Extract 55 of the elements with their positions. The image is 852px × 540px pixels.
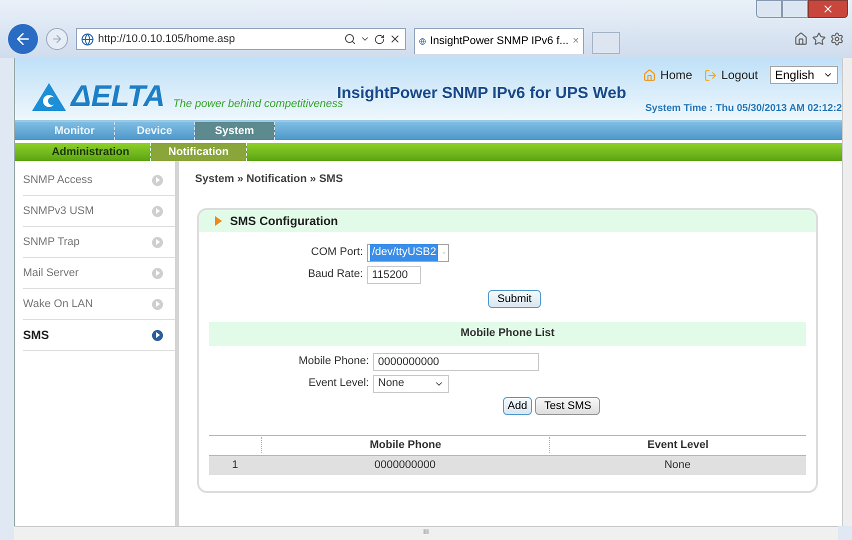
table-cell-text: 0000000000 xyxy=(373,458,437,473)
browser-tab[interactable]: InsightPower SNMP IPv6 f... × xyxy=(414,28,584,54)
sidebar-item[interactable]: SMS xyxy=(23,320,175,351)
sidebar-item[interactable]: Wake On LAN xyxy=(23,289,175,320)
sidebar-item[interactable]: SNMP Access xyxy=(23,165,175,196)
submit-button[interactable]: Submit xyxy=(488,290,541,308)
tab-close[interactable]: × xyxy=(572,33,579,50)
list-header: Mobile Phone List xyxy=(209,322,806,346)
nav-tab[interactable]: System xyxy=(195,122,275,140)
table-cell-text: 1 xyxy=(230,458,240,473)
vertical-scrollbar[interactable] xyxy=(842,58,852,526)
address-text: http://10.0.10.105/home.asp xyxy=(98,32,236,47)
event-level-label: Event Level: xyxy=(307,376,370,392)
window-controls[interactable] xyxy=(756,0,848,18)
sidebar-item[interactable]: Mail Server xyxy=(23,258,175,289)
refresh-icon[interactable] xyxy=(374,34,385,44)
house-icon xyxy=(643,68,656,82)
forward-arrow-icon xyxy=(51,33,63,45)
sidebar-item[interactable]: SNMPv3 USM xyxy=(23,196,175,227)
star-icon[interactable] xyxy=(812,32,826,46)
logout-link[interactable]: Logout xyxy=(704,66,758,84)
subnav-tab[interactable]: Notification xyxy=(151,143,247,161)
globe-icon xyxy=(81,32,94,46)
address-bar[interactable]: http://10.0.10.105/home.asp xyxy=(76,28,406,50)
panel-title: SMS Configuration xyxy=(230,212,338,230)
baud-rate-field[interactable]: 115200 xyxy=(367,266,421,284)
sidebar-item[interactable]: SNMP Trap xyxy=(23,227,175,258)
tab-title: InsightPower SNMP IPv6 f... xyxy=(430,34,569,50)
system-time: System Time : Thu 05/30/2013 AM 02:12:2 xyxy=(645,102,842,116)
logout-icon xyxy=(704,68,718,82)
brand-name: ΔELTA xyxy=(71,82,166,112)
mobile-phone-label: Mobile Phone: xyxy=(298,354,370,370)
baud-rate-label: Baud Rate: xyxy=(306,267,364,282)
delta-logo-icon xyxy=(31,82,67,112)
table-cell-text: None xyxy=(663,458,692,473)
triangle-icon xyxy=(215,216,222,226)
home-link[interactable]: Home xyxy=(643,66,692,84)
home-icon[interactable] xyxy=(794,32,808,46)
stop-icon[interactable] xyxy=(389,33,401,45)
search-icon xyxy=(344,33,356,45)
close-button[interactable] xyxy=(808,0,848,18)
column-header: Event Level xyxy=(549,436,806,454)
breadcrumb: System » Notification » SMS xyxy=(194,172,344,187)
test-sms-button[interactable]: Test SMS xyxy=(535,396,600,414)
add-button[interactable]: Add xyxy=(502,396,532,414)
com-port-select[interactable]: /dev/ttyUSB2 xyxy=(367,244,449,262)
event-level-select[interactable]: None xyxy=(373,374,449,392)
language-select[interactable]: English xyxy=(770,66,838,84)
com-port-label: COM Port: xyxy=(310,245,364,260)
settings-icon[interactable] xyxy=(830,32,844,46)
close-icon xyxy=(822,3,834,15)
column-header: Mobile Phone xyxy=(261,436,549,454)
mobile-phone-field[interactable]: 0000000000 xyxy=(373,352,539,370)
tagline: The power behind competitiveness xyxy=(173,98,343,112)
back-button[interactable] xyxy=(8,24,38,54)
